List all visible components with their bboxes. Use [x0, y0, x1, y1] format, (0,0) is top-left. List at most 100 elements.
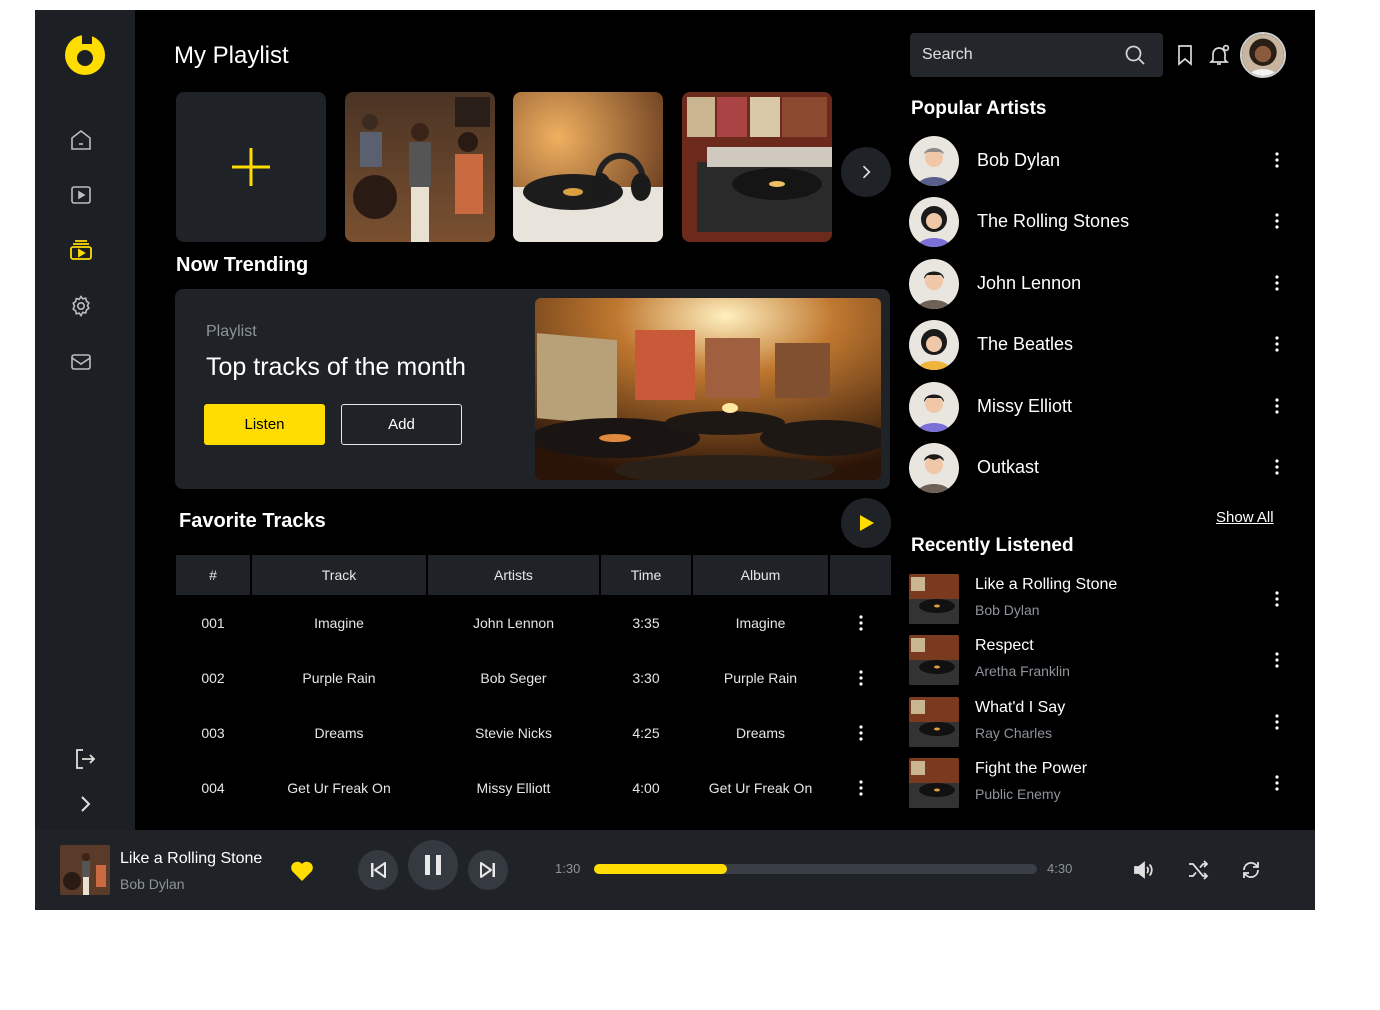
expand-sidebar-button[interactable] [73, 792, 97, 816]
chevron-right-icon [862, 165, 871, 179]
track-artist: Stevie Nicks [474, 724, 553, 741]
column-header-artists[interactable]: Artists [428, 555, 599, 595]
logout-button[interactable] [73, 747, 97, 771]
more-vertical-icon[interactable] [1275, 275, 1279, 291]
skip-next-icon [480, 862, 495, 878]
show-all-link[interactable]: Show All [1216, 509, 1274, 526]
artist-item[interactable]: The Rolling Stones [909, 197, 1289, 249]
more-vertical-icon[interactable] [1275, 152, 1279, 168]
recent-item[interactable]: Respect Aretha Franklin [909, 635, 1289, 687]
artist-name: The Rolling Stones [977, 211, 1130, 231]
play-favorites-button[interactable] [841, 498, 891, 548]
recent-item[interactable]: Fight the Power Public Enemy [909, 758, 1289, 810]
skip-previous-icon [371, 862, 386, 878]
row-menu-button[interactable] [830, 650, 891, 705]
more-vertical-icon[interactable] [1275, 775, 1279, 791]
more-vertical-icon[interactable] [1275, 398, 1279, 414]
recent-thumbnail [909, 697, 959, 747]
column-header-album[interactable]: Album [693, 555, 828, 595]
artist-item[interactable]: The Beatles [909, 320, 1289, 372]
table-row[interactable]: 001 Imagine John Lennon 3:35 Imagine [176, 595, 891, 650]
plus-icon [232, 148, 270, 186]
add-playlist-tile[interactable] [176, 92, 326, 242]
playlist-thumbnail-records[interactable] [682, 92, 832, 242]
row-menu-button[interactable] [830, 705, 891, 760]
playlist-thumbnail-headphones[interactable] [513, 92, 663, 242]
listen-button[interactable]: Listen [204, 404, 325, 445]
recent-item[interactable]: What'd I Say Ray Charles [909, 697, 1289, 749]
table-row[interactable]: 002 Purple Rain Bob Seger 3:30 Purple Ra… [176, 650, 891, 705]
search-box[interactable] [910, 33, 1163, 77]
elapsed-time: 1:30 [555, 861, 581, 876]
track-artist: Bob Seger [480, 669, 547, 686]
repeat-icon[interactable] [1239, 858, 1263, 882]
column-header-number[interactable]: # [176, 555, 250, 595]
favorite-tracks-title: Favorite Tracks [179, 510, 326, 532]
search-input[interactable] [910, 33, 1110, 77]
search-icon[interactable] [1123, 43, 1147, 67]
sidebar-item-settings[interactable] [69, 294, 93, 318]
sidebar-item-videos[interactable] [69, 183, 93, 207]
artist-item[interactable]: Outkast [909, 443, 1289, 495]
chevron-right-icon [81, 796, 91, 812]
sidebar [35, 10, 135, 830]
column-header-actions [830, 555, 891, 595]
table-row[interactable]: 004 Get Ur Freak On Missy Elliott 4:00 G… [176, 760, 891, 815]
video-play-icon [71, 186, 91, 204]
artist-item[interactable]: Bob Dylan [909, 136, 1289, 188]
logout-icon [76, 749, 96, 769]
sidebar-item-home[interactable] [69, 128, 93, 152]
recent-track-title: Fight the Power [975, 760, 1088, 777]
more-vertical-icon[interactable] [1275, 591, 1279, 607]
notification-bell-icon[interactable] [1207, 43, 1231, 67]
sidebar-item-playlist[interactable] [69, 238, 93, 262]
more-vertical-icon [858, 779, 863, 796]
more-vertical-icon[interactable] [1275, 714, 1279, 730]
shuffle-icon[interactable] [1186, 858, 1210, 882]
playlist-icon [70, 240, 92, 260]
bookmark-icon[interactable] [1173, 43, 1197, 67]
recent-track-title: Respect [975, 637, 1034, 654]
row-menu-button[interactable] [830, 595, 891, 650]
progress-bar[interactable] [594, 864, 1037, 874]
track-name: Dreams [314, 724, 364, 741]
track-time: 3:30 [632, 669, 660, 686]
recent-thumbnail [909, 758, 959, 808]
playlists-next-button[interactable] [841, 147, 891, 197]
sidebar-item-messages[interactable] [69, 350, 93, 374]
track-number: 002 [201, 669, 225, 686]
user-avatar[interactable] [1240, 32, 1286, 78]
play-pause-button[interactable] [408, 840, 458, 890]
column-header-time[interactable]: Time [601, 555, 691, 595]
track-name: Get Ur Freak On [287, 779, 391, 796]
table-row[interactable]: 003 Dreams Stevie Nicks 4:25 Dreams [176, 705, 891, 760]
heart-icon[interactable] [290, 860, 314, 882]
artist-name: Missy Elliott [977, 396, 1073, 416]
artist-item[interactable]: John Lennon [909, 259, 1289, 311]
track-time: 3:35 [632, 614, 660, 631]
more-vertical-icon[interactable] [1275, 652, 1279, 668]
track-artist: Missy Elliott [476, 779, 551, 796]
more-vertical-icon[interactable] [1275, 459, 1279, 475]
recent-track-artist: Aretha Franklin [975, 663, 1070, 679]
recent-item[interactable]: Like a Rolling Stone Bob Dylan [909, 574, 1289, 626]
recently-listened-title: Recently Listened [911, 535, 1074, 556]
track-album: Purple Rain [723, 669, 798, 686]
more-vertical-icon[interactable] [1275, 213, 1279, 229]
artist-avatar [909, 259, 959, 309]
row-menu-button[interactable] [830, 760, 891, 815]
artist-name: John Lennon [977, 273, 1082, 293]
playlist-thumbnail-band[interactable] [345, 92, 495, 242]
previous-track-button[interactable] [358, 850, 398, 890]
track-album: Imagine [735, 614, 786, 631]
more-vertical-icon[interactable] [1275, 336, 1279, 352]
next-track-button[interactable] [468, 850, 508, 890]
column-header-track[interactable]: Track [252, 555, 426, 595]
volume-icon[interactable] [1131, 858, 1155, 882]
progress-fill [594, 864, 727, 874]
track-number: 003 [201, 724, 225, 741]
artist-item[interactable]: Missy Elliott [909, 382, 1289, 434]
recent-track-artist: Bob Dylan [975, 602, 1040, 618]
popular-artists-title: Popular Artists [911, 98, 1047, 119]
add-button[interactable]: Add [341, 404, 462, 445]
